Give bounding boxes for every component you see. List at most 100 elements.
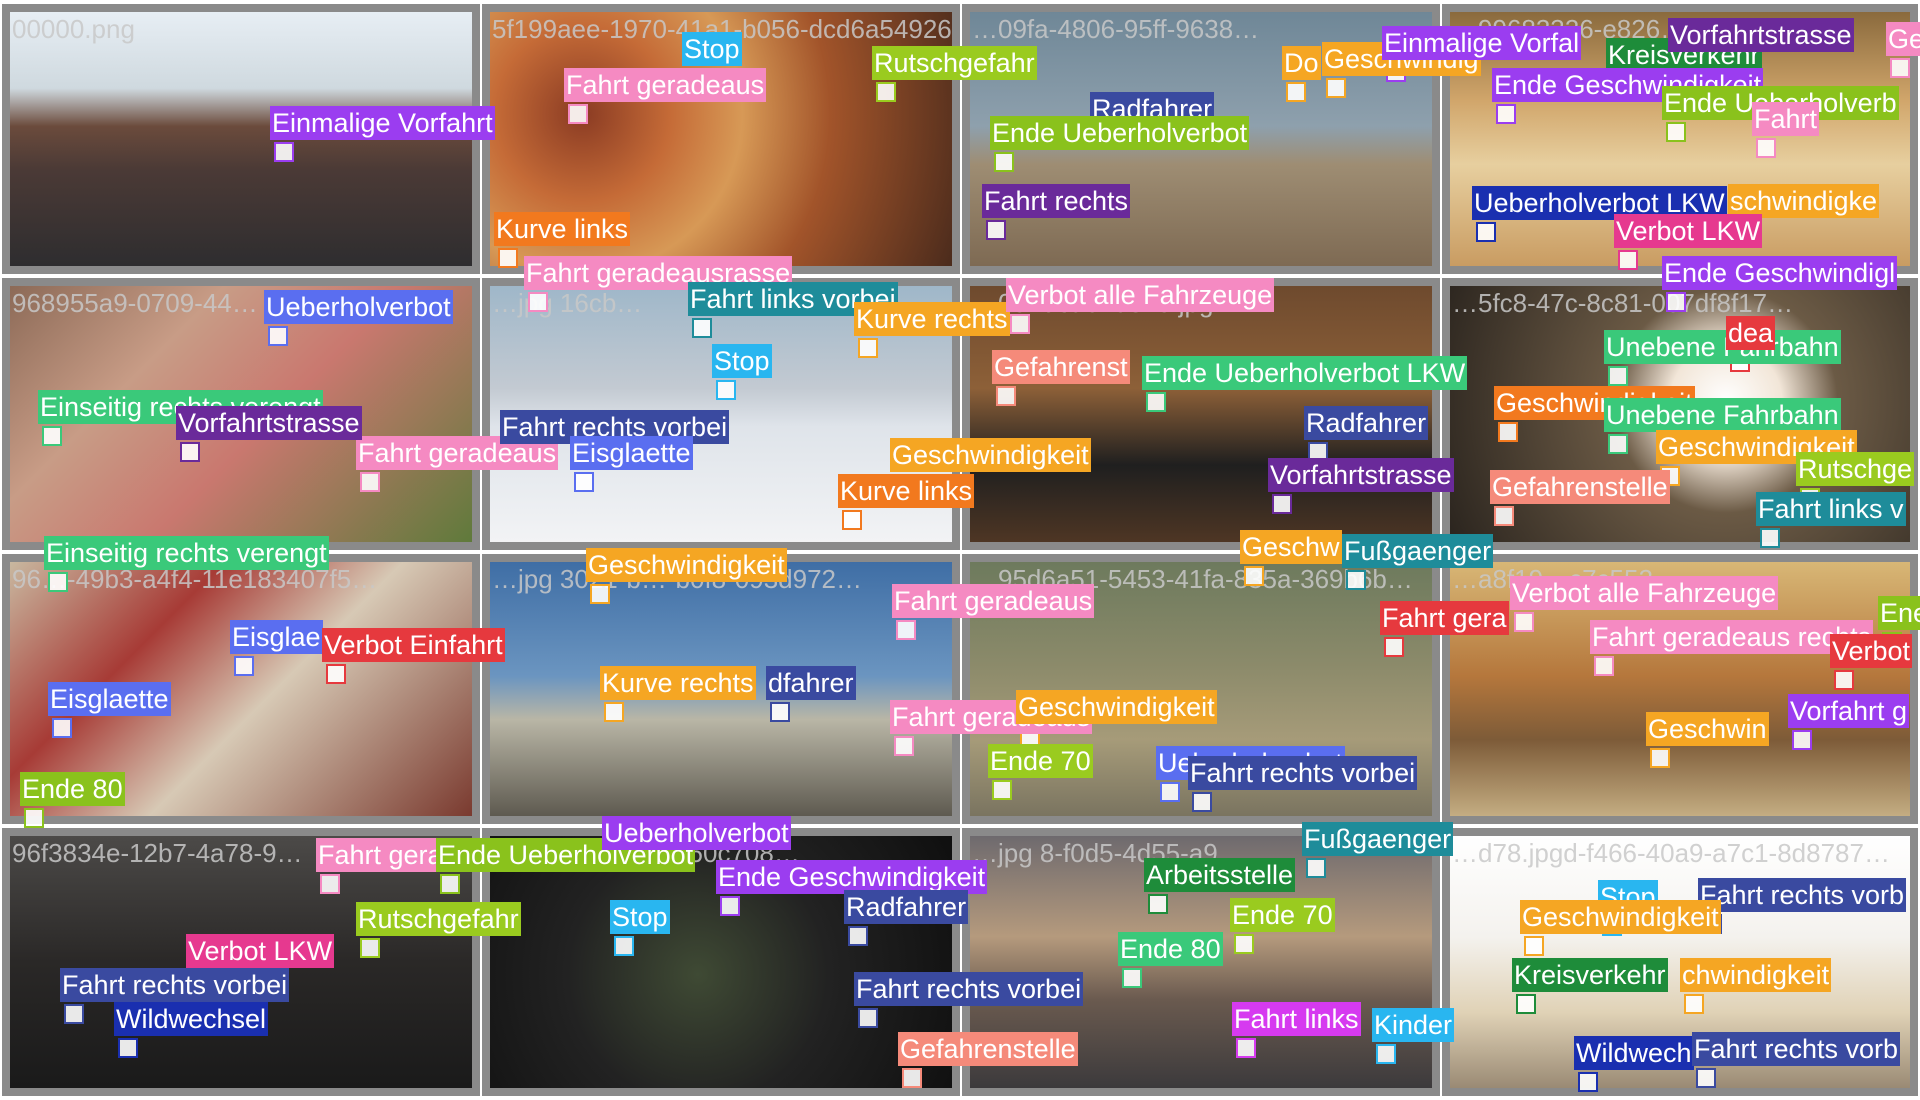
sign-label-tag: Fahrt geradeaus [564,68,767,102]
sign-label-tag: Rutschgefahr [872,46,1037,80]
sign-label-tag: Geschwindigkeit [1520,900,1721,934]
traffic-sign-box-icon [858,338,878,358]
traffic-sign-box-icon [1650,748,1670,768]
sign-label-tag: Geschwindigkeit [890,438,1091,472]
sign-label-tag: Ge [1886,22,1920,56]
sign-label-tag: Fahrt geradeaus [892,584,1095,618]
sign-label-tag: Ende Geschwindigkeit [716,860,988,894]
sign-label-tag: Einmalige Vorfahrt [270,106,495,140]
sign-label-tag: Verbot LKW [1614,214,1763,248]
sign-label-tag: Verbot [1830,634,1913,668]
sign-label-tag: schwindigke [1728,184,1880,218]
traffic-sign-box-icon [1346,570,1366,590]
traffic-sign-box-icon [568,104,588,124]
sign-label-tag: Fußgaenger [1342,534,1494,568]
traffic-sign-box-icon [692,318,712,338]
traffic-sign-box-icon [42,426,62,446]
sign-label-tag: Fahrt links v [1756,492,1906,526]
sign-label-tag: Geschwindigkeit [1016,690,1217,724]
sign-label-tag: Radfahrer [1304,406,1429,440]
traffic-sign-box-icon [1122,968,1142,988]
traffic-sign-box-icon [274,142,294,162]
sign-label-tag: Do [1282,46,1321,80]
sign-label-tag: Kinder [1372,1008,1455,1042]
traffic-sign-box-icon [1524,936,1544,956]
traffic-sign-box-icon [180,442,200,462]
tile-filename: …09fa-4806-95ff-9638… [972,14,1260,44]
sign-label-tag: Verbot Einfahrt [322,628,505,662]
sign-label-tag: Verbot alle Fahrzeuge [1006,278,1275,312]
traffic-sign-box-icon [1148,894,1168,914]
sign-label-tag: Stop [610,900,670,934]
traffic-sign-box-icon [1496,104,1516,124]
traffic-sign-box-icon [716,380,736,400]
sign-label-tag: Ende Ueberholverbot [990,116,1250,150]
traffic-sign-box-icon [326,664,346,684]
traffic-sign-box-icon [118,1038,138,1058]
sign-label-tag: Unebene Fahrbahn [1604,398,1841,432]
sign-label-tag: dea [1726,316,1776,350]
sign-label-tag: Fahrt rechts vorb [1692,1032,1901,1066]
sign-label-tag: Gefahrenstelle [1490,470,1670,504]
traffic-sign-box-icon [1010,314,1030,334]
sign-label-tag: Fahrt rechts vorbei [1188,756,1418,790]
sign-label-tag: Eisglaette [48,682,171,716]
traffic-sign-box-icon [1756,138,1776,158]
traffic-sign-box-icon [1272,494,1292,514]
sign-label-tag: Eisglae [230,620,323,654]
traffic-sign-box-icon [1594,656,1614,676]
sign-label-tag: Einseitig rechts verengt [44,536,329,570]
sign-label-tag: dfahrer [766,666,856,700]
traffic-sign-box-icon [992,780,1012,800]
sign-label-tag: Ende 80 [20,772,125,806]
traffic-sign-box-icon [604,702,624,722]
traffic-sign-box-icon [1494,506,1514,526]
traffic-sign-box-icon [320,874,340,894]
traffic-sign-box-icon [1578,1072,1598,1092]
sign-label-tag: Fahrt gera [1380,601,1509,635]
traffic-sign-box-icon [848,926,868,946]
sign-label-tag: Kurve rechts [854,302,1010,336]
sign-label-tag: Fahrt rechts vorbei [60,968,290,1002]
sign-label-tag: Vorfahrt g [1788,694,1910,728]
traffic-sign-box-icon [440,874,460,894]
traffic-sign-box-icon [1618,250,1638,270]
sign-label-tag: Vorfahrtstrasse [1268,458,1454,492]
traffic-sign-box-icon [574,472,594,492]
sign-label-tag: Vorfahrtstrasse [1668,18,1854,52]
sign-label-tag: Geschwin [1646,712,1769,746]
tile-filename: 96f3834e-12b7-4a78-9… [12,838,303,868]
traffic-sign-box-icon [986,220,1006,240]
traffic-sign-box-icon [1760,528,1780,548]
traffic-sign-box-icon [1236,1038,1256,1058]
traffic-sign-box-icon [360,938,380,958]
sign-label-tag: Ende 70 [1230,898,1335,932]
sign-label-tag: Fahrt rechts [982,184,1131,218]
traffic-sign-box-icon [770,702,790,722]
traffic-sign-box-icon [876,82,896,102]
sign-label-tag: Wildwech [1574,1036,1694,1070]
traffic-sign-box-icon [1384,637,1404,657]
traffic-sign-box-icon [1696,1068,1716,1088]
sign-label-tag: Fahrt links [1232,1002,1361,1036]
traffic-sign-box-icon [1684,994,1704,1014]
traffic-sign-box-icon [1476,222,1496,242]
traffic-sign-box-icon [24,808,44,828]
traffic-sign-box-icon [268,326,288,346]
traffic-sign-box-icon [64,1004,84,1024]
sign-label-tag: Kurve links [494,212,631,246]
tile-filename: 968955a9-0709-44… [12,288,258,318]
traffic-sign-box-icon [720,896,740,916]
sign-label-tag: Fahrt rechts vorbei [854,972,1084,1006]
traffic-sign-box-icon [1146,392,1166,412]
sign-label-tag: Kurve links [838,474,975,508]
traffic-sign-box-icon [1244,566,1264,586]
sign-label-tag: Eisglaette [570,436,693,470]
traffic-sign-box-icon [1608,434,1628,454]
traffic-sign-box-icon [590,584,610,604]
traffic-sign-box-icon [1498,422,1518,442]
sign-label-tag: Unebene Fahrbahn [1604,330,1841,364]
traffic-sign-box-icon [498,248,518,268]
tile-filename: …jpg 16cb… [492,288,643,318]
sign-label-tag: Kreisverkehr [1512,958,1668,992]
